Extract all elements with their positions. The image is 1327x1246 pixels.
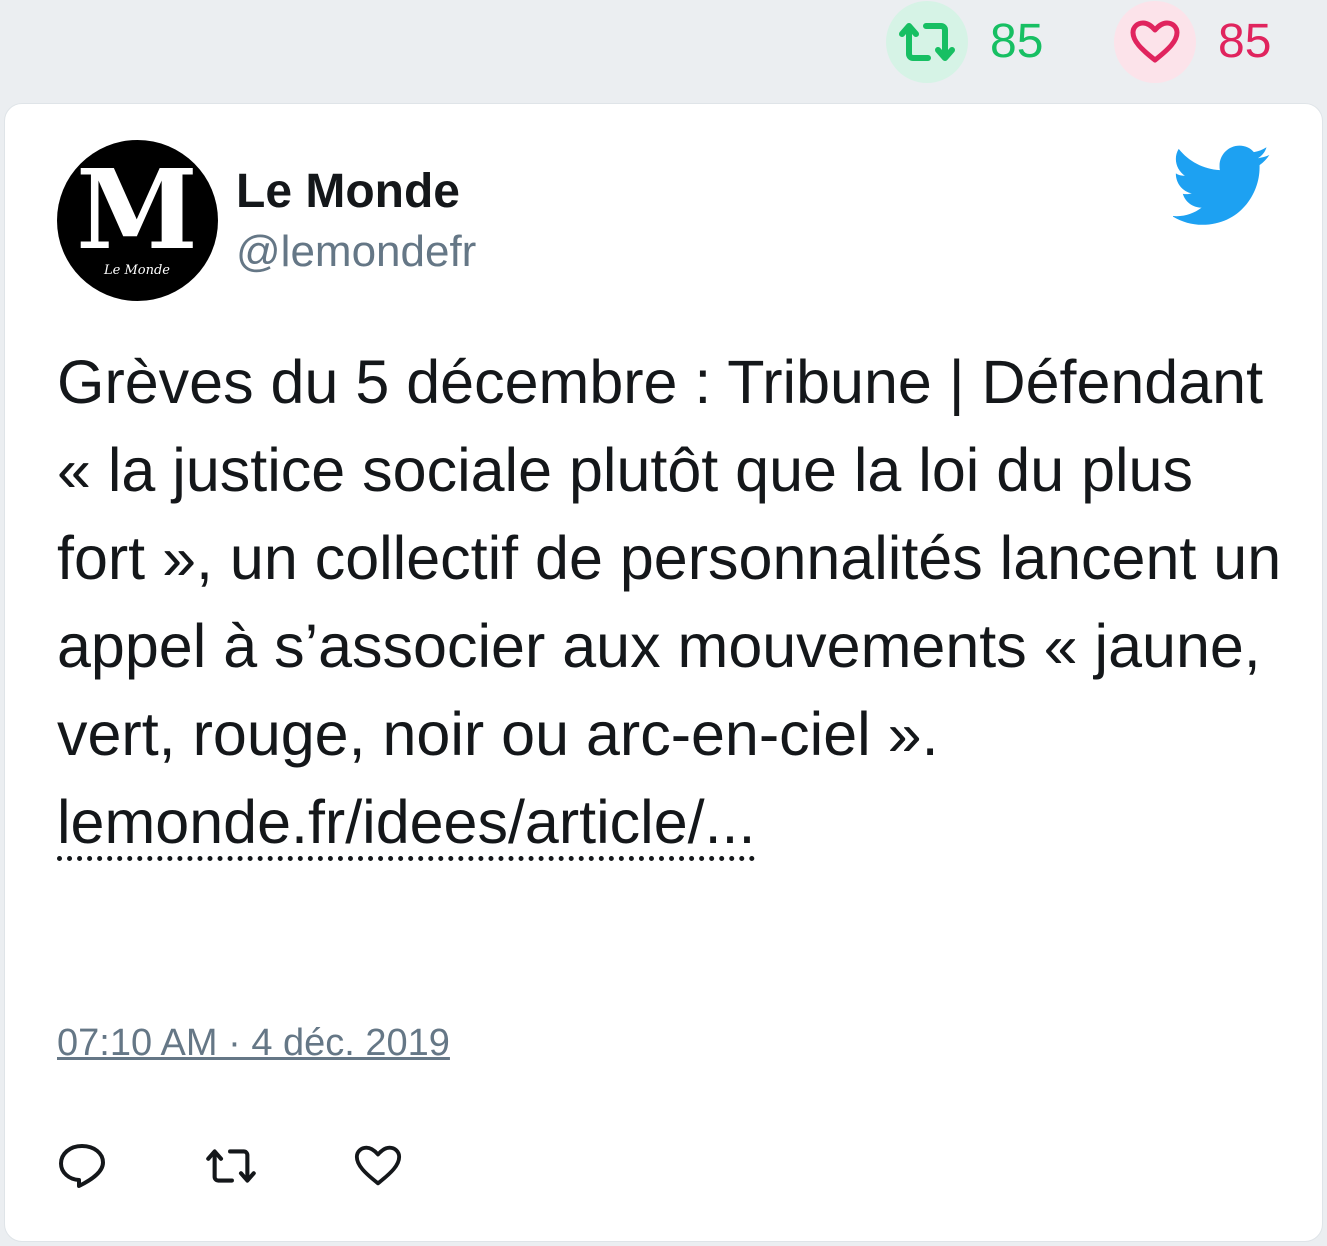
retweet-action-icon bbox=[206, 1149, 256, 1183]
like-count: 85 bbox=[1218, 15, 1272, 68]
reply-icon bbox=[59, 1144, 105, 1188]
avatar[interactable]: M Le Monde bbox=[57, 140, 218, 301]
like-button[interactable] bbox=[353, 1134, 443, 1198]
tweet-text: Grèves du 5 décembre : Tribune | Défenda… bbox=[57, 338, 1297, 866]
tweet-card: M Le Monde Le Monde @lemondefr Grèves du… bbox=[4, 103, 1323, 1242]
like-stat[interactable]: 85 bbox=[1114, 0, 1271, 84]
tweet-actions bbox=[57, 1134, 443, 1198]
retweet-button[interactable] bbox=[201, 1134, 291, 1198]
retweet-count: 85 bbox=[990, 15, 1044, 68]
tweet-timestamp[interactable]: 07:10 AM · 4 déc. 2019 bbox=[57, 1022, 450, 1065]
retweet-icon[interactable] bbox=[886, 1, 968, 83]
heart-icon[interactable] bbox=[1114, 1, 1196, 83]
author-handle[interactable]: @lemondefr bbox=[236, 227, 476, 276]
reply-button[interactable] bbox=[57, 1134, 147, 1198]
retweet-stat[interactable]: 85 bbox=[886, 0, 1043, 84]
engagement-bar: 85 85 bbox=[0, 0, 1327, 100]
twitter-bird-icon[interactable] bbox=[1171, 144, 1271, 228]
avatar-caption: Le Monde bbox=[103, 263, 170, 278]
author-name[interactable]: Le Monde bbox=[236, 165, 460, 219]
like-action-icon bbox=[354, 1145, 402, 1186]
article-link[interactable]: lemonde.fr/idees/article/... bbox=[57, 788, 756, 861]
avatar-letter: M bbox=[76, 145, 198, 274]
tweet-body: Grèves du 5 décembre : Tribune | Défenda… bbox=[57, 348, 1282, 768]
